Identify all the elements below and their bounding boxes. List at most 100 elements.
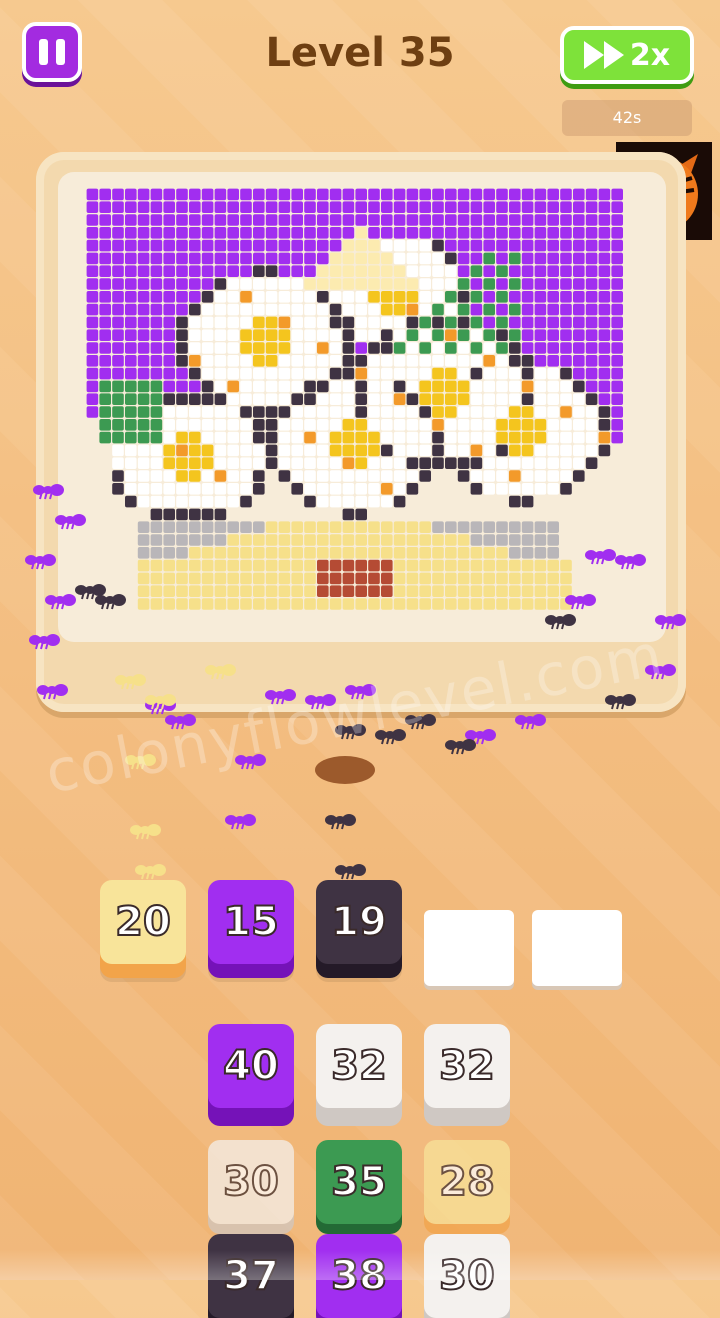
mosaic-pixel	[573, 367, 585, 380]
mosaic-pixel	[393, 201, 406, 213]
mosaic-pixel	[483, 380, 495, 393]
mosaic-pixel	[291, 534, 303, 546]
mosaic-pixel	[240, 419, 252, 431]
mosaic-pixel	[201, 227, 214, 239]
mosaic-pixel	[329, 521, 342, 533]
mosaic-pixel	[86, 303, 99, 316]
mosaic-pixel	[534, 406, 547, 418]
mosaic-pixel	[598, 444, 611, 457]
mosaic-pixel	[521, 239, 534, 252]
mosaic-pixel	[278, 559, 291, 572]
mosaic-pixel	[393, 393, 406, 405]
mosaic-pixel	[432, 355, 444, 367]
queue-tile[interactable]: 19	[316, 880, 402, 964]
mosaic-pixel	[86, 201, 99, 213]
mosaic-pixel	[393, 572, 406, 585]
mosaic-pixel	[150, 265, 163, 277]
speed-2x-button[interactable]: 2x	[560, 26, 694, 84]
stack-tile[interactable]: 32	[316, 1024, 402, 1108]
mosaic-pixel	[457, 393, 470, 405]
mosaic-pixel	[419, 559, 431, 572]
mosaic-pixel	[291, 457, 303, 469]
mosaic-pixel	[214, 367, 227, 380]
mosaic-pixel	[86, 188, 99, 201]
mosaic-pixel	[278, 444, 291, 457]
mosaic-pixel	[521, 355, 534, 367]
mosaic-pixel	[534, 444, 547, 457]
mosaic-pixel	[214, 534, 227, 546]
stack-tile[interactable]: 32	[424, 1024, 510, 1108]
stack-tile[interactable]: 35	[316, 1140, 402, 1224]
mosaic-pixel	[432, 572, 444, 585]
mosaic-pixel	[291, 559, 303, 572]
mosaic-pixel	[445, 303, 457, 316]
mosaic-pixel	[534, 342, 547, 354]
mosaic-pixel	[406, 444, 419, 457]
mosaic-pixel	[214, 406, 227, 418]
stack-tile[interactable]: 30	[208, 1140, 294, 1224]
mosaic-pixel	[227, 495, 239, 508]
mosaic-pixel	[381, 393, 393, 405]
mosaic-pixel	[560, 227, 572, 239]
mosaic-pixel	[393, 547, 406, 559]
mosaic-pixel	[163, 457, 175, 469]
mosaic-pixel	[419, 227, 431, 239]
mosaic-pixel	[521, 380, 534, 393]
mosaic-pixel	[355, 214, 367, 226]
mosaic-pixel	[201, 495, 214, 508]
mosaic-pixel	[560, 444, 572, 457]
mosaic-pixel	[291, 393, 303, 405]
mosaic-pixel	[227, 201, 239, 213]
mosaic-pixel	[547, 227, 559, 239]
mosaic-pixel	[573, 303, 585, 316]
mosaic-pixel	[137, 316, 150, 329]
mosaic-pixel	[227, 380, 239, 393]
mosaic-pixel	[137, 559, 150, 572]
mosaic-pixel	[189, 483, 201, 495]
mosaic-pixel	[317, 534, 329, 546]
mosaic-pixel	[432, 201, 444, 213]
mosaic-pixel	[329, 585, 342, 597]
mosaic-pixel	[240, 483, 252, 495]
mosaic-pixel	[406, 559, 419, 572]
mosaic-pixel	[496, 457, 508, 469]
mosaic-pixel	[483, 598, 495, 610]
mosaic-pixel	[253, 559, 265, 572]
mosaic-pixel	[419, 547, 431, 559]
mosaic-pixel	[278, 534, 291, 546]
mosaic-pixel	[201, 303, 214, 316]
mosaic-pixel	[227, 559, 239, 572]
mosaic-pixel	[214, 393, 227, 405]
stack-tile[interactable]: 28	[424, 1140, 510, 1224]
mosaic-pixel	[534, 227, 547, 239]
mosaic-pixel	[253, 572, 265, 585]
mosaic-pixel	[150, 188, 163, 201]
stack-tile[interactable]: 40	[208, 1024, 294, 1108]
queue-tile[interactable]: 15	[208, 880, 294, 964]
mosaic-pixel	[214, 470, 227, 482]
mosaic-pixel	[406, 239, 419, 252]
mosaic-pixel	[99, 316, 111, 329]
mosaic-pixel	[265, 278, 278, 290]
mosaic-pixel	[304, 547, 316, 559]
mosaic-pixel	[560, 457, 572, 469]
mosaic-pixel	[163, 329, 175, 341]
mosaic-pixel	[470, 265, 483, 277]
mosaic-pixel	[163, 316, 175, 329]
mosaic-pixel	[163, 534, 175, 546]
mosaic-pixel	[419, 316, 431, 329]
mosaic-pixel	[278, 431, 291, 444]
queue-tile[interactable]: 20	[100, 880, 186, 964]
mosaic-pixel	[137, 598, 150, 610]
mosaic-pixel	[419, 521, 431, 533]
mosaic-pixel	[560, 483, 572, 495]
mosaic-pixel	[521, 572, 534, 585]
mosaic-pixel	[342, 303, 355, 316]
mosaic-pixel	[137, 355, 150, 367]
mosaic-pixel	[406, 380, 419, 393]
mosaic-pixel	[125, 431, 137, 444]
mosaic-pixel	[86, 239, 99, 252]
mosaic-pixel	[176, 393, 188, 405]
mosaic-pixel	[125, 201, 137, 213]
mosaic-pixel	[534, 265, 547, 277]
